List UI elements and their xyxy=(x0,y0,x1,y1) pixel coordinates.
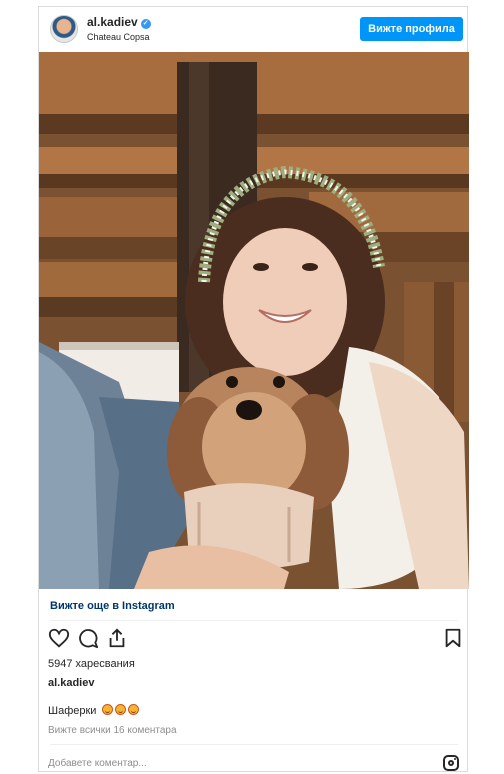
view-more-on-instagram-link[interactable]: Вижте още в Instagram xyxy=(50,600,175,612)
instagram-embed-card: al.kadiev✓ Chateau Copsa Вижте профила xyxy=(38,6,469,772)
username-link[interactable]: al.kadiev ✓ xyxy=(87,15,151,29)
add-comment-input[interactable]: Добавете коментар... xyxy=(48,758,147,769)
profile-avatar[interactable] xyxy=(50,15,78,43)
location-link[interactable]: Chateau Copsa xyxy=(87,32,150,42)
instagram-icon[interactable] xyxy=(443,755,459,771)
verified-badge-icon: ✓ xyxy=(140,19,151,29)
likes-count[interactable]: 5947 харесвания xyxy=(48,658,135,670)
post-photo[interactable] xyxy=(39,52,469,589)
divider xyxy=(50,744,458,745)
post-photo-image xyxy=(39,52,469,589)
smiling-face-emoji-icon xyxy=(101,704,113,715)
bookmark-icon[interactable] xyxy=(442,627,464,649)
smiling-face-emoji-icon xyxy=(114,704,126,715)
comment-icon[interactable] xyxy=(77,627,99,649)
divider xyxy=(50,620,458,621)
post-caption: Шаферки xyxy=(48,704,139,717)
view-all-comments-link[interactable]: Вижте всички 16 коментара xyxy=(48,725,177,736)
post-owner-username[interactable]: al.kadiev xyxy=(48,677,94,689)
smiling-face-emoji-icon xyxy=(127,704,139,715)
post-header: al.kadiev ✓ Chateau Copsa Вижте профила xyxy=(39,7,469,52)
heart-icon[interactable] xyxy=(48,627,70,649)
share-icon[interactable] xyxy=(106,627,128,649)
username-text[interactable]: al.kadiev xyxy=(87,15,138,29)
post-actions-bar xyxy=(39,627,469,651)
caption-text: Шаферки xyxy=(48,705,97,717)
view-profile-button[interactable]: Вижте профила xyxy=(360,17,463,41)
